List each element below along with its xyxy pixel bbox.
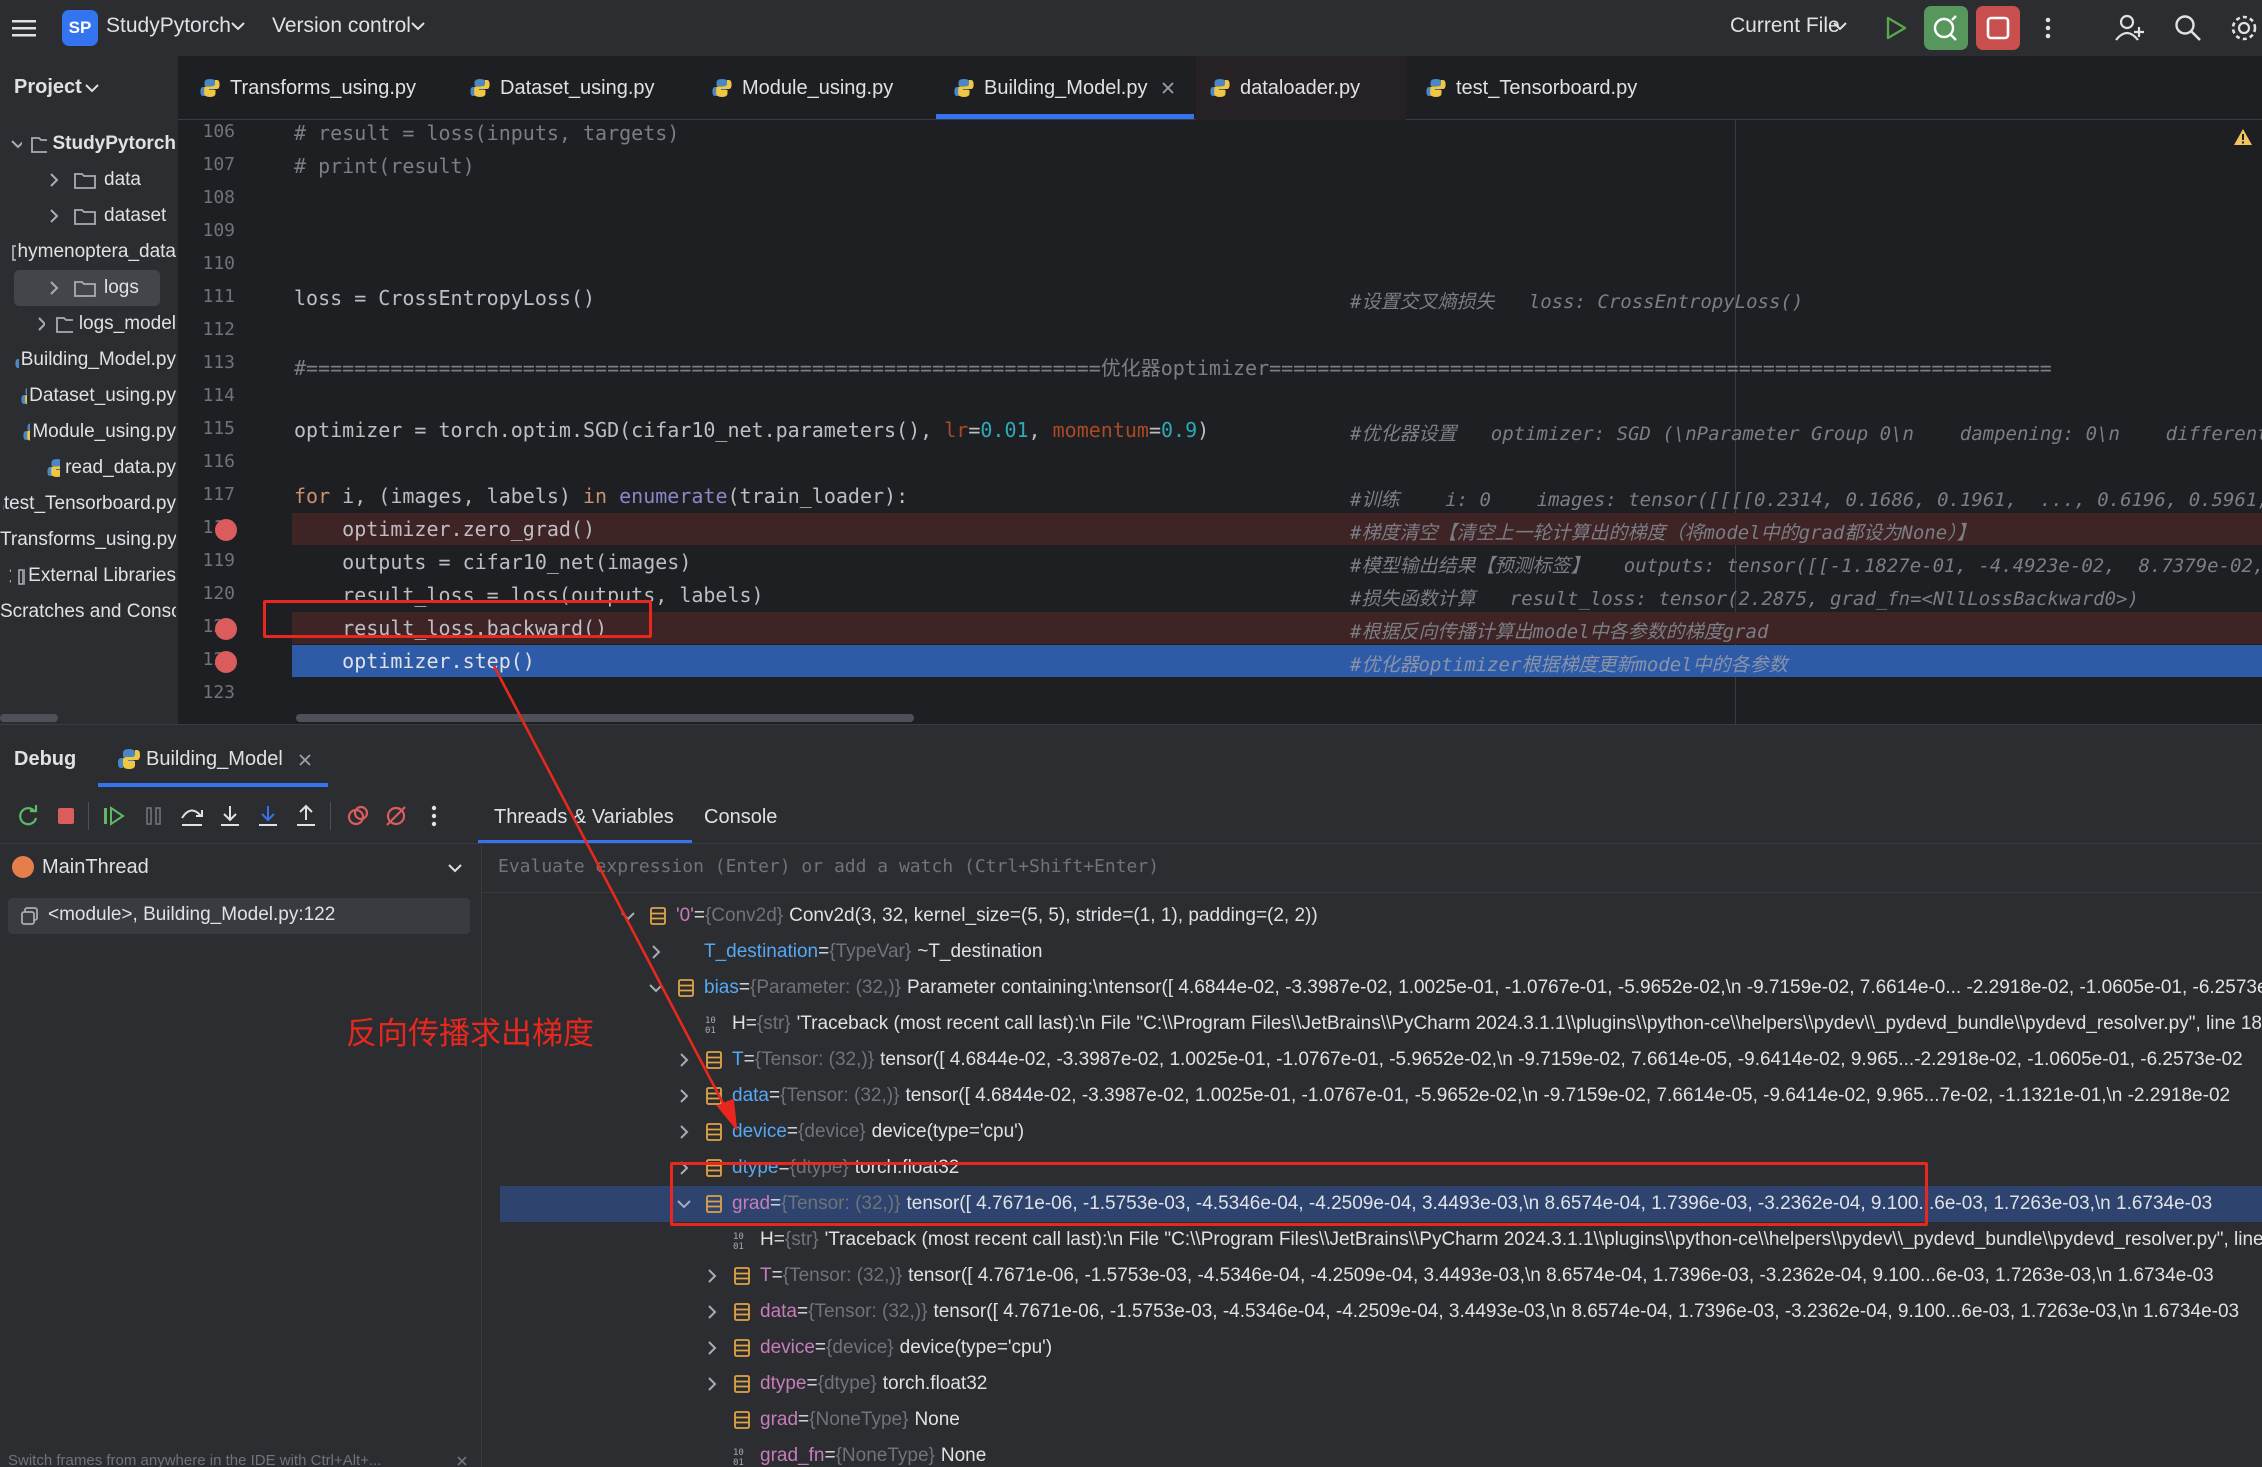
- annotation-arrow: [492, 665, 738, 1132]
- annotation-text: 反向传播求出梯度: [346, 1016, 594, 1051]
- ide-window: { "app": {"project_badge": "SP", "projec…: [0, 0, 2262, 1467]
